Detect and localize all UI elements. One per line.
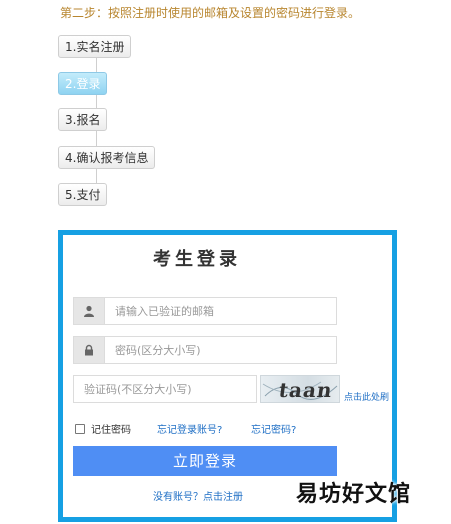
email-field[interactable]: 请输入已验证的邮箱	[73, 297, 337, 325]
lock-icon	[74, 337, 105, 363]
remember-password[interactable]: 记住密码	[75, 421, 131, 436]
captcha-placeholder: 验证码(不区分大小写)	[84, 383, 192, 396]
password-field[interactable]: 密码(区分大小写)	[73, 336, 337, 364]
password-placeholder: 密码(区分大小写)	[115, 344, 201, 357]
step-2-active[interactable]: 2.登录	[58, 72, 108, 95]
captcha-field[interactable]: 验证码(不区分大小写)	[73, 375, 257, 403]
step-5[interactable]: 5.支付	[58, 183, 108, 206]
panel-title: 考生登录	[153, 249, 241, 270]
captcha-text: taan	[277, 378, 335, 402]
captcha-image[interactable]: taan	[260, 375, 340, 403]
step-4[interactable]: 4.确认报考信息	[58, 146, 156, 169]
login-button[interactable]: 立即登录	[73, 446, 337, 476]
forgot-password-link[interactable]: 忘记密码?	[251, 421, 296, 436]
step-list: 1.实名注册 2.登录 3.报名 4.确认报考信息 5.支付	[58, 35, 198, 210]
user-icon	[74, 298, 105, 324]
forgot-account-link[interactable]: 忘记登录账号?	[157, 421, 222, 436]
register-link[interactable]: 没有账号？点击注册	[153, 488, 243, 503]
remember-checkbox[interactable]	[75, 423, 85, 434]
step-caption: 第二步：按照注册时使用的邮箱及设置的密码进行登录。	[60, 6, 361, 20]
email-placeholder: 请输入已验证的邮箱	[115, 305, 214, 318]
step-1[interactable]: 1.实名注册	[58, 35, 132, 58]
refresh-captcha-link[interactable]: 点击此处刷	[344, 390, 389, 403]
watermark: 易坊好文馆	[296, 482, 412, 507]
remember-label: 记住密码	[91, 425, 131, 436]
step-3[interactable]: 3.报名	[58, 108, 108, 131]
